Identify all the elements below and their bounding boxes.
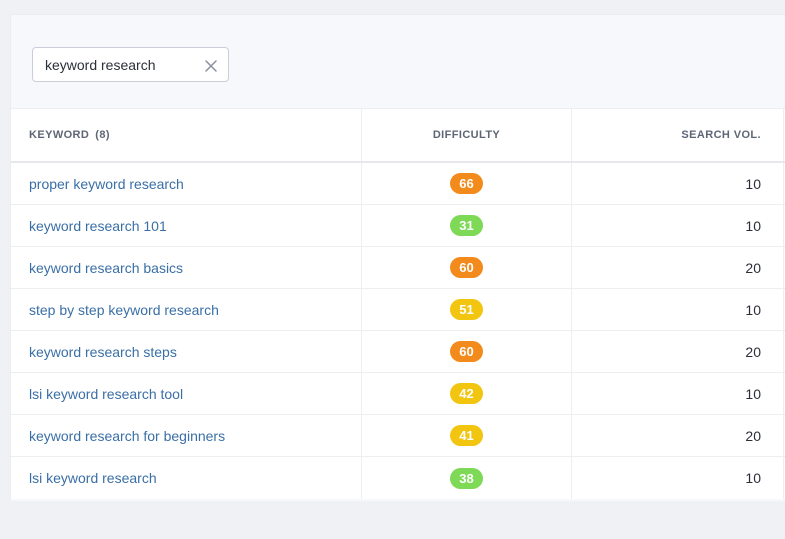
keyword-cell: proper keyword research bbox=[11, 163, 362, 204]
keyword-cell: step by step keyword research bbox=[11, 289, 362, 330]
keyword-link[interactable]: keyword research steps bbox=[29, 344, 177, 360]
keyword-link[interactable]: keyword research basics bbox=[29, 260, 183, 276]
keyword-cell: keyword research basics bbox=[11, 247, 362, 288]
difficulty-badge: 31 bbox=[450, 215, 483, 236]
header-keyword-count: (8) bbox=[95, 129, 110, 141]
table-row: keyword research steps 60 20 bbox=[11, 331, 785, 373]
difficulty-cell: 51 bbox=[362, 289, 572, 330]
search-volume-value: 10 bbox=[745, 175, 761, 192]
search-volume-value: 20 bbox=[745, 427, 761, 444]
difficulty-badge: 42 bbox=[450, 383, 483, 404]
table-row: lsi keyword research 38 10 bbox=[11, 457, 785, 499]
difficulty-cell: 60 bbox=[362, 331, 572, 372]
difficulty-badge: 60 bbox=[450, 257, 483, 278]
table-row: proper keyword research 66 10 bbox=[11, 163, 785, 205]
search-volume-cell: 20 bbox=[572, 415, 784, 456]
difficulty-badge: 51 bbox=[450, 299, 483, 320]
table-header-row: KEYWORD (8) DIFFICULTY SEARCH VOL. bbox=[11, 108, 785, 163]
search-volume-value: 10 bbox=[745, 217, 761, 234]
keyword-link[interactable]: keyword research for beginners bbox=[29, 428, 225, 444]
search-volume-cell: 10 bbox=[572, 205, 784, 246]
difficulty-cell: 41 bbox=[362, 415, 572, 456]
keyword-table: KEYWORD (8) DIFFICULTY SEARCH VOL. prope… bbox=[11, 108, 785, 499]
search-volume-value: 10 bbox=[745, 301, 761, 318]
difficulty-cell: 42 bbox=[362, 373, 572, 414]
header-difficulty[interactable]: DIFFICULTY bbox=[362, 109, 572, 161]
search-volume-value: 10 bbox=[745, 470, 761, 486]
close-icon[interactable] bbox=[205, 59, 217, 72]
table-row: keyword research basics 60 20 bbox=[11, 247, 785, 289]
search-volume-value: 20 bbox=[745, 343, 761, 360]
search-volume-cell: 10 bbox=[572, 457, 784, 499]
keyword-results-panel: KEYWORD (8) DIFFICULTY SEARCH VOL. prope… bbox=[10, 14, 785, 501]
search-volume-cell: 10 bbox=[572, 373, 784, 414]
keyword-cell: lsi keyword research tool bbox=[11, 373, 362, 414]
filter-area bbox=[11, 15, 785, 108]
table-row: keyword research for beginners 41 20 bbox=[11, 415, 785, 457]
header-difficulty-label: DIFFICULTY bbox=[432, 129, 501, 141]
header-search-volume[interactable]: SEARCH VOL. bbox=[572, 109, 784, 161]
difficulty-cell: 38 bbox=[362, 457, 572, 499]
keyword-cell: keyword research 101 bbox=[11, 205, 362, 246]
difficulty-badge: 66 bbox=[450, 173, 483, 194]
search-input[interactable] bbox=[33, 48, 193, 81]
keyword-cell: keyword research for beginners bbox=[11, 415, 362, 456]
keyword-link[interactable]: lsi keyword research tool bbox=[29, 386, 183, 402]
search-volume-cell: 20 bbox=[572, 331, 784, 372]
difficulty-badge: 60 bbox=[450, 341, 483, 362]
header-keyword[interactable]: KEYWORD (8) bbox=[11, 109, 362, 161]
table-row: keyword research 101 31 10 bbox=[11, 205, 785, 247]
keyword-cell: lsi keyword research bbox=[11, 457, 362, 499]
search-volume-value: 20 bbox=[745, 259, 761, 276]
search-volume-cell: 10 bbox=[572, 163, 784, 204]
keyword-link[interactable]: keyword research 101 bbox=[29, 218, 167, 234]
table-row: lsi keyword research tool 42 10 bbox=[11, 373, 785, 415]
search-box[interactable] bbox=[32, 47, 229, 82]
difficulty-cell: 31 bbox=[362, 205, 572, 246]
table-row: step by step keyword research 51 10 bbox=[11, 289, 785, 331]
search-volume-cell: 20 bbox=[572, 247, 784, 288]
header-keyword-label: KEYWORD bbox=[29, 129, 90, 141]
keyword-link[interactable]: lsi keyword research bbox=[29, 470, 157, 486]
search-volume-value: 10 bbox=[745, 385, 761, 402]
keyword-link[interactable]: step by step keyword research bbox=[29, 302, 219, 318]
keyword-link[interactable]: proper keyword research bbox=[29, 176, 184, 192]
search-volume-cell: 10 bbox=[572, 289, 784, 330]
header-search-volume-label: SEARCH VOL. bbox=[681, 129, 761, 141]
difficulty-badge: 38 bbox=[450, 467, 483, 489]
difficulty-badge: 41 bbox=[450, 425, 483, 446]
table-body: proper keyword research 66 10 keyword resea… bbox=[11, 163, 785, 499]
keyword-cell: keyword research steps bbox=[11, 331, 362, 372]
difficulty-cell: 66 bbox=[362, 163, 572, 204]
difficulty-cell: 60 bbox=[362, 247, 572, 288]
